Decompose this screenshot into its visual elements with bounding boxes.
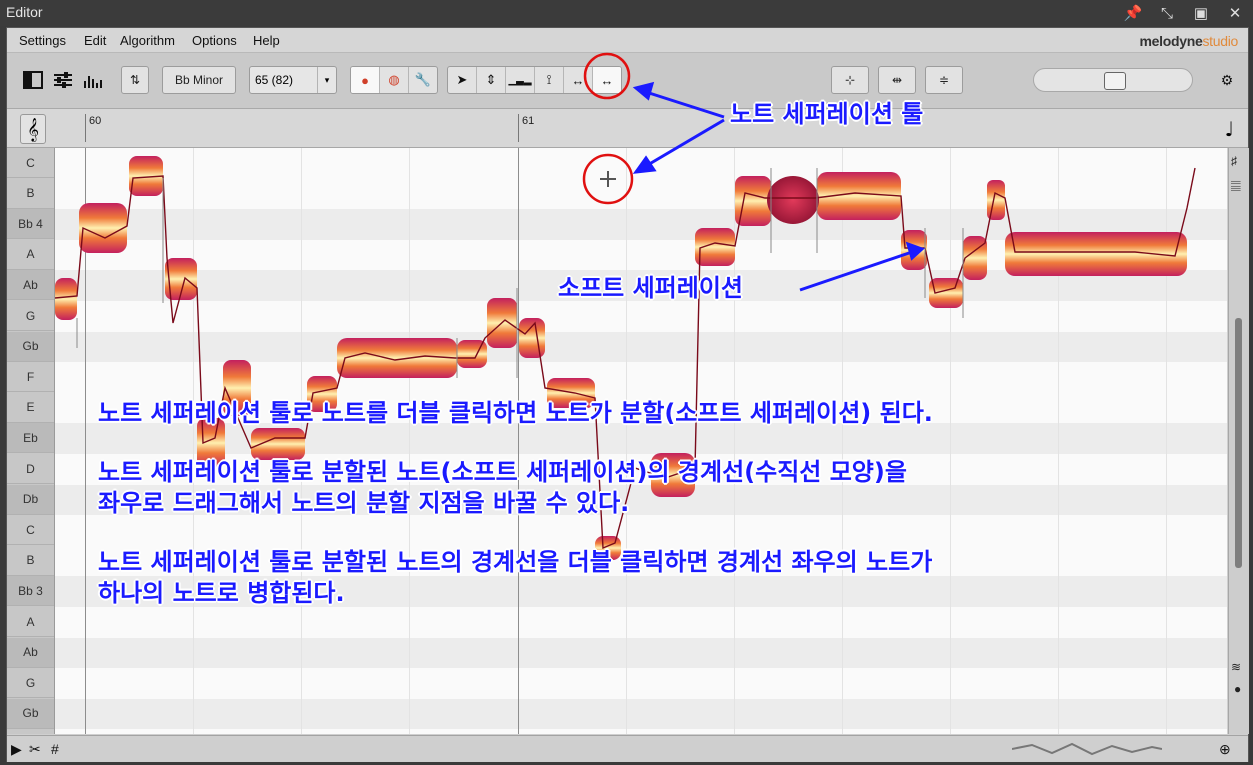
note-separation-tool-icon[interactable]: ↔ — [593, 67, 621, 93]
annotation-line-3: 좌우로 드래그해서 노트의 분할 지점을 바꿀 수 있다. — [98, 489, 630, 517]
menu-help[interactable]: Help — [253, 33, 280, 48]
formant-tool-icon[interactable]: ▁▃▂ — [506, 67, 535, 93]
mixer-icon[interactable] — [51, 68, 75, 92]
right-panel: ♯ 𝄚 ≋ ● — [1228, 148, 1249, 734]
pitch-label: B — [7, 546, 54, 576]
time-tool-icon[interactable]: ↔ — [564, 67, 593, 93]
pitch-tool-icon[interactable]: ⇕ — [477, 67, 506, 93]
wrench-icon[interactable]: 🔧 — [409, 67, 437, 93]
menu-options[interactable]: Options — [192, 33, 237, 48]
level-button[interactable]: ≑ — [925, 66, 963, 94]
toolbar: ⇅ Bb Minor 65 (82) ▾ ● ◍ 🔧 ➤ ⇕ ▁▃▂ ⟟ ↔ ↔… — [7, 53, 1248, 109]
menu-algorithm[interactable]: Algorithm — [120, 33, 175, 48]
selected-note-blob[interactable] — [767, 176, 819, 224]
annotation-line-4: 노트 세퍼레이션 툴로 분할된 노트의 경계선을 더블 클릭하면 경계선 좌우의… — [98, 548, 933, 576]
timeline-ruler[interactable]: 𝄞 60 61 ♩ — [7, 109, 1248, 148]
pitch-label: Bb 3 — [7, 576, 54, 607]
note-blob[interactable] — [337, 338, 457, 378]
note-editor-grid[interactable] — [55, 148, 1227, 734]
title-bar: Editor 📌 ⤡ ▣ ✕ — [0, 0, 1253, 26]
key-button[interactable]: Bb Minor — [162, 66, 236, 94]
pitch-label: G — [7, 301, 54, 331]
window-title: Editor — [6, 4, 43, 20]
pitch-label: Eb — [7, 423, 54, 454]
play-icon[interactable]: ▶ — [11, 741, 22, 758]
pitch-label: Ab — [7, 637, 54, 668]
pitch-label: Ab — [7, 270, 54, 301]
fit-icon[interactable]: ⊕ — [1219, 741, 1231, 758]
scale-icon[interactable]: 𝄚 — [1231, 180, 1241, 195]
pitch-label: Db — [7, 484, 54, 515]
macro-tools: ● ◍ 🔧 — [350, 66, 438, 94]
note-blob[interactable] — [79, 203, 127, 253]
bar-tick-61 — [518, 114, 519, 142]
note-blob[interactable] — [55, 278, 77, 320]
note-blob[interactable] — [963, 236, 987, 280]
zoom-slider[interactable] — [1033, 68, 1193, 92]
clef-icon[interactable]: 𝄞 — [20, 114, 46, 144]
amplitude-tool-icon[interactable]: ⟟ — [535, 67, 564, 93]
bar-label-60: 60 — [89, 115, 102, 127]
pitch-label: E — [7, 393, 54, 423]
annotation-soft-label: 소프트 세퍼레이션 — [558, 274, 743, 302]
brand-logo: melodynestudio — [1139, 33, 1238, 49]
zoom-slider-knob[interactable] — [1104, 72, 1126, 90]
tempo-dropdown[interactable]: 65 (82) ▾ — [249, 66, 337, 94]
chevron-down-icon: ▾ — [317, 67, 336, 93]
pin-icon[interactable]: 📌 — [1121, 2, 1145, 24]
bar-label-61: 61 — [522, 115, 535, 127]
sidebar-toggle-icon[interactable] — [21, 68, 45, 92]
pitch-ruler: C B Bb 4 A Ab G Gb F E Eb D Db C B Bb 3 … — [7, 148, 55, 734]
menu-edit[interactable]: Edit — [84, 33, 106, 48]
pitch-macro-icon[interactable]: ● — [351, 67, 380, 93]
grid-icon[interactable]: # — [51, 741, 59, 757]
maximize-icon[interactable]: ▣ — [1189, 2, 1213, 24]
annotation-line-1: 노트 세퍼레이션 툴로 노트를 더블 클릭하면 노트가 분할(소프트 세퍼레이션… — [98, 399, 933, 427]
menu-settings[interactable]: Settings — [19, 33, 66, 48]
pitch-label: Gb — [7, 331, 54, 362]
scissors-icon[interactable]: ✂ — [29, 741, 41, 758]
note-value-icon[interactable]: ♩ — [1225, 117, 1234, 141]
zoom-dot-icon[interactable]: ● — [1234, 682, 1241, 696]
timing-macro-icon[interactable]: ◍ — [380, 67, 409, 93]
pitch-label: F — [7, 362, 54, 393]
annotation-line-2: 노트 세퍼레이션 툴로 분할된 노트(소프트 세퍼레이션)의 경계선(수직선 모… — [98, 458, 907, 486]
gear-icon[interactable]: ⚙ — [1215, 68, 1239, 92]
pitch-label: G — [7, 668, 54, 699]
pointer-tool-icon[interactable]: ➤ — [448, 67, 477, 93]
bar-tick-60 — [85, 114, 86, 142]
track-select-button[interactable]: ⇅ — [121, 66, 149, 94]
pitch-label: C — [7, 148, 54, 178]
editor-frame: Settings Edit Algorithm Options Help mel… — [6, 27, 1249, 762]
menu-bar: Settings Edit Algorithm Options Help mel… — [7, 28, 1248, 53]
close-icon[interactable]: ✕ — [1223, 2, 1247, 24]
pitch-label: C — [7, 515, 54, 546]
pitch-label: A — [7, 607, 54, 637]
status-bar: ▶ ✂ # ⊕ — [7, 735, 1248, 762]
pitch-label: D — [7, 454, 54, 484]
waveform-zoom-icon[interactable]: ≋ — [1231, 660, 1241, 674]
pitch-label: Gb — [7, 698, 54, 729]
sharp-grid-icon[interactable]: ♯ — [1231, 154, 1237, 168]
pitch-label: B — [7, 179, 54, 209]
note-blob[interactable] — [929, 278, 963, 308]
pitch-label: Bb 4 — [7, 209, 54, 240]
pitch-label: A — [7, 240, 54, 270]
quantize-time-button[interactable]: ⇹ — [878, 66, 916, 94]
tempo-value: 65 (82) — [255, 73, 294, 87]
note-blobs — [55, 156, 1196, 560]
annotation-tool-label: 노트 세퍼레이션 툴 — [730, 100, 924, 128]
note-blob[interactable] — [987, 180, 1005, 220]
spectrum-icon[interactable] — [81, 68, 105, 92]
annotation-line-5: 하나의 노트로 병합된다. — [98, 579, 345, 607]
edit-tools: ➤ ⇕ ▁▃▂ ⟟ ↔ ↔ — [447, 66, 622, 94]
overview-waveform[interactable] — [1012, 742, 1162, 756]
undock-icon[interactable]: ⤡ — [1155, 2, 1179, 24]
note-blob[interactable] — [901, 230, 927, 270]
quantize-pitch-button[interactable]: ⊹ — [831, 66, 869, 94]
vertical-scrollbar[interactable] — [1235, 318, 1242, 568]
note-blob[interactable] — [519, 318, 545, 358]
